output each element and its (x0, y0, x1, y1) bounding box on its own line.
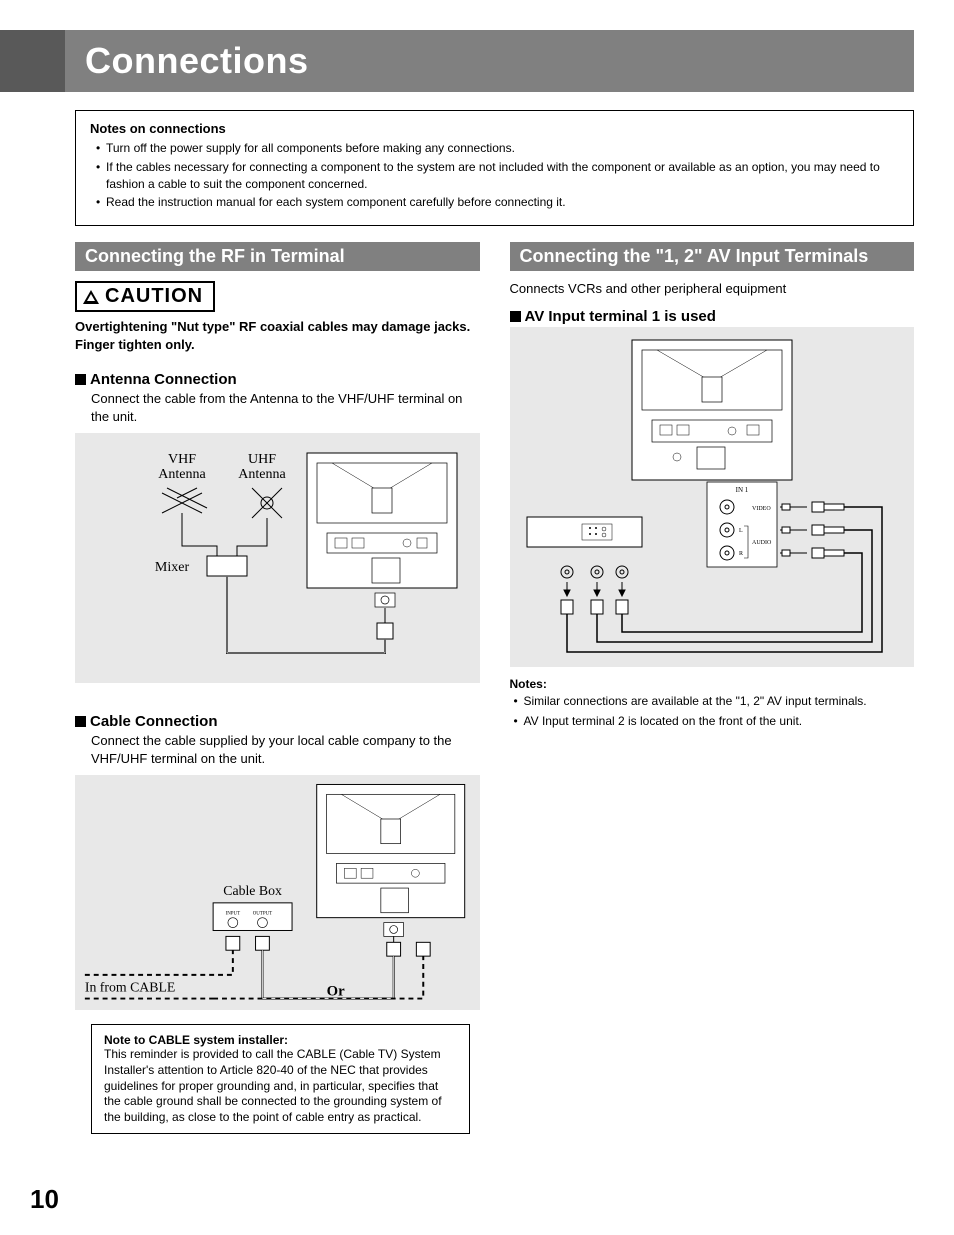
cable-diagram: Cable Box INPUT OUTPUT In from CABLE (75, 775, 480, 1010)
av-notes: Notes: Similar connections are available… (510, 677, 915, 729)
antenna-heading: Antenna Connection (75, 371, 480, 388)
svg-text:INPUT: INPUT (226, 912, 241, 917)
mixer-label: Mixer (155, 560, 190, 575)
caution-text: Overtightening "Nut type" RF coaxial cab… (75, 318, 480, 353)
svg-text:IN 1: IN 1 (735, 486, 748, 494)
cable-heading: Cable Connection (75, 713, 480, 730)
av-section-header: Connecting the "1, 2" AV Input Terminals (510, 242, 915, 271)
square-bullet-icon (510, 311, 521, 322)
svg-text:OUTPUT: OUTPUT (253, 912, 272, 917)
antenna-diagram: VHF Antenna UHF Antenna Mixer (75, 433, 480, 683)
notes-item: Turn off the power supply for all compon… (96, 140, 899, 157)
svg-text:VIDEO: VIDEO (752, 506, 771, 512)
vhf-label: VHF (168, 452, 196, 467)
rf-section-header: Connecting the RF in Terminal (75, 242, 480, 271)
caution-label: CAUTION (105, 285, 203, 308)
square-bullet-icon (75, 374, 86, 385)
av-notes-heading: Notes: (510, 677, 915, 691)
av-input-diagram: IN 1 VIDEO L R AUDIO (510, 327, 915, 667)
notes-item: If the cables necessary for connecting a… (96, 159, 899, 193)
av-notes-item: AV Input terminal 2 is located on the fr… (514, 713, 915, 729)
notes-heading: Notes on connections (90, 121, 899, 136)
av-notes-list: Similar connections are available at the… (510, 693, 915, 729)
square-bullet-icon (75, 716, 86, 727)
right-column: Connecting the "1, 2" AV Input Terminals… (510, 242, 915, 1134)
svg-text:L: L (739, 528, 743, 534)
caution-badge: CAUTION (75, 281, 215, 312)
or-label: Or (327, 984, 345, 1000)
notes-on-connections-box: Notes on connections Turn off the power … (75, 110, 914, 226)
notes-item: Read the instruction manual for each sys… (96, 194, 899, 211)
page-number: 10 (30, 1184, 59, 1215)
cable-desc: Connect the cable supplied by your local… (91, 732, 480, 767)
uhf-label: UHF (248, 452, 276, 467)
antenna-desc: Connect the cable from the Antenna to th… (91, 390, 480, 425)
page-title-bar: Connections (65, 30, 914, 92)
svg-text:Antenna: Antenna (159, 467, 207, 482)
svg-text:R: R (739, 551, 743, 557)
installer-note-box: Note to CABLE system installer: This rem… (91, 1024, 470, 1134)
svg-text:AUDIO: AUDIO (752, 540, 772, 546)
left-column: Connecting the RF in Terminal CAUTION Ov… (75, 242, 480, 1134)
cable-box-label: Cable Box (223, 883, 282, 898)
installer-body: This reminder is provided to call the CA… (104, 1047, 457, 1125)
in-from-cable-label: In from CABLE (85, 980, 175, 995)
warning-triangle-icon (83, 290, 99, 304)
installer-heading: Note to CABLE system installer: (104, 1033, 457, 1047)
notes-list: Turn off the power supply for all compon… (90, 140, 899, 211)
av-notes-item: Similar connections are available at the… (514, 693, 915, 709)
av-intro: Connects VCRs and other peripheral equip… (510, 281, 915, 296)
svg-text:Antenna: Antenna (239, 467, 287, 482)
av-input-heading: AV Input terminal 1 is used (510, 308, 915, 325)
page-title: Connections (85, 40, 894, 82)
